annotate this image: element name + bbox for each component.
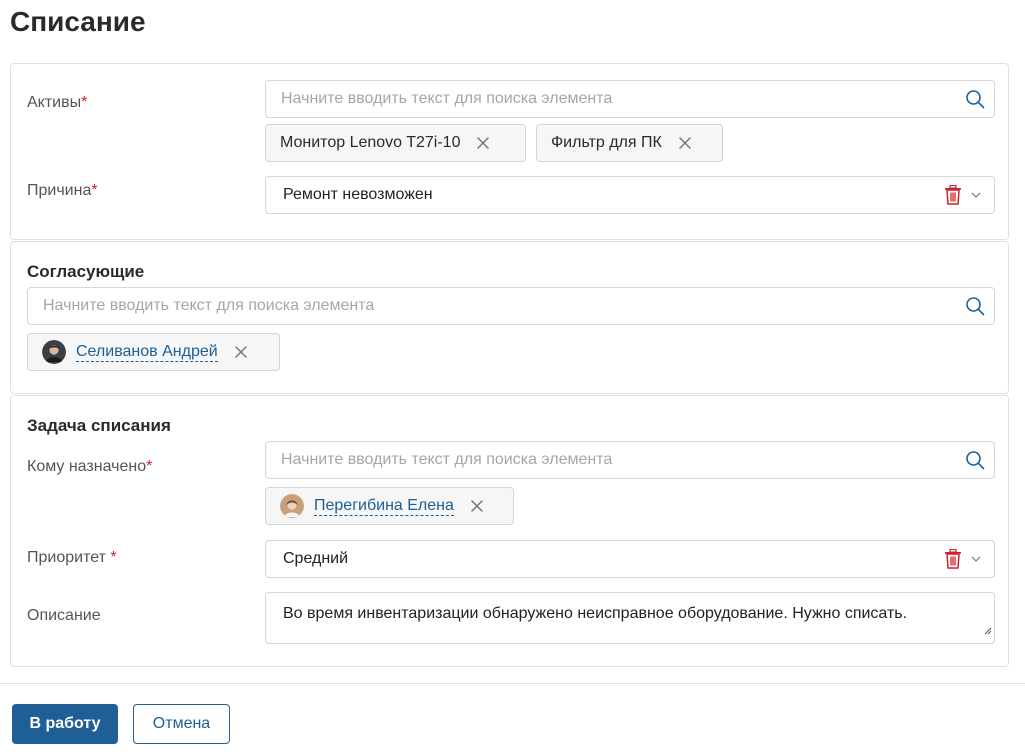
approvers-card: Согласующие Селиванов Андрей [10, 241, 1009, 394]
approvers-search-input[interactable] [28, 288, 956, 324]
approver-chip: Селиванов Андрей [27, 333, 280, 371]
search-icon[interactable] [956, 81, 994, 117]
asset-chip-label: Монитор Lenovo T27i-10 [280, 134, 461, 151]
reason-select[interactable]: Ремонт невозможен [265, 176, 995, 214]
description-textarea[interactable]: Во время инвентаризации обнаружено неисп… [265, 592, 995, 644]
task-card: Задача списания Кому назначено* Перегиби… [10, 395, 1009, 667]
avatar [280, 494, 304, 518]
asset-chip: Монитор Lenovo T27i-10 [265, 124, 526, 162]
reason-label: Причина* [27, 182, 98, 199]
close-icon[interactable] [470, 499, 484, 513]
reason-select-value: Ремонт невозможен [283, 186, 433, 203]
assignee-link[interactable]: Перегибина Елена [314, 497, 454, 516]
chevron-down-icon[interactable] [964, 548, 988, 570]
assets-card: Активы* Монитор Lenovo T27i-10 Фильтр дл… [10, 63, 1009, 240]
assignee-label: Кому назначено* [27, 458, 153, 475]
approvers-title: Согласующие [27, 262, 145, 281]
assignee-search-box [265, 441, 995, 479]
approver-link[interactable]: Селиванов Андрей [76, 343, 218, 362]
assets-search-input[interactable] [266, 81, 956, 117]
assets-label: Активы* [27, 94, 88, 111]
priority-select-value: Средний [283, 550, 349, 567]
description-text: Во время инвентаризации обнаружено неисп… [283, 605, 908, 622]
close-icon[interactable] [234, 345, 248, 359]
asset-chip: Фильтр для ПК [536, 124, 723, 162]
chevron-down-icon[interactable] [964, 184, 988, 206]
submit-button[interactable]: В работу [12, 704, 118, 744]
assignee-search-input[interactable] [266, 442, 956, 478]
priority-select[interactable]: Средний [265, 540, 995, 578]
description-label: Описание [27, 607, 101, 624]
asset-chip-label: Фильтр для ПК [551, 134, 662, 151]
assets-search-box [265, 80, 995, 118]
avatar [42, 340, 66, 364]
cancel-button[interactable]: Отмена [133, 704, 230, 744]
footer-divider [0, 683, 1025, 684]
resize-handle-icon[interactable] [984, 621, 992, 641]
priority-label: Приоритет * [27, 549, 117, 566]
page-title: Списание [10, 6, 146, 37]
write-off-form: Списание Активы* Монитор Lenovo T27i-10 … [0, 0, 1025, 756]
close-icon[interactable] [476, 136, 490, 150]
search-icon[interactable] [956, 288, 994, 324]
search-icon[interactable] [956, 442, 994, 478]
trash-icon[interactable] [942, 184, 964, 206]
trash-icon[interactable] [942, 548, 964, 570]
close-icon[interactable] [678, 136, 692, 150]
approvers-search-box [27, 287, 995, 325]
task-title: Задача списания [27, 416, 171, 435]
assignee-chip: Перегибина Елена [265, 487, 514, 525]
